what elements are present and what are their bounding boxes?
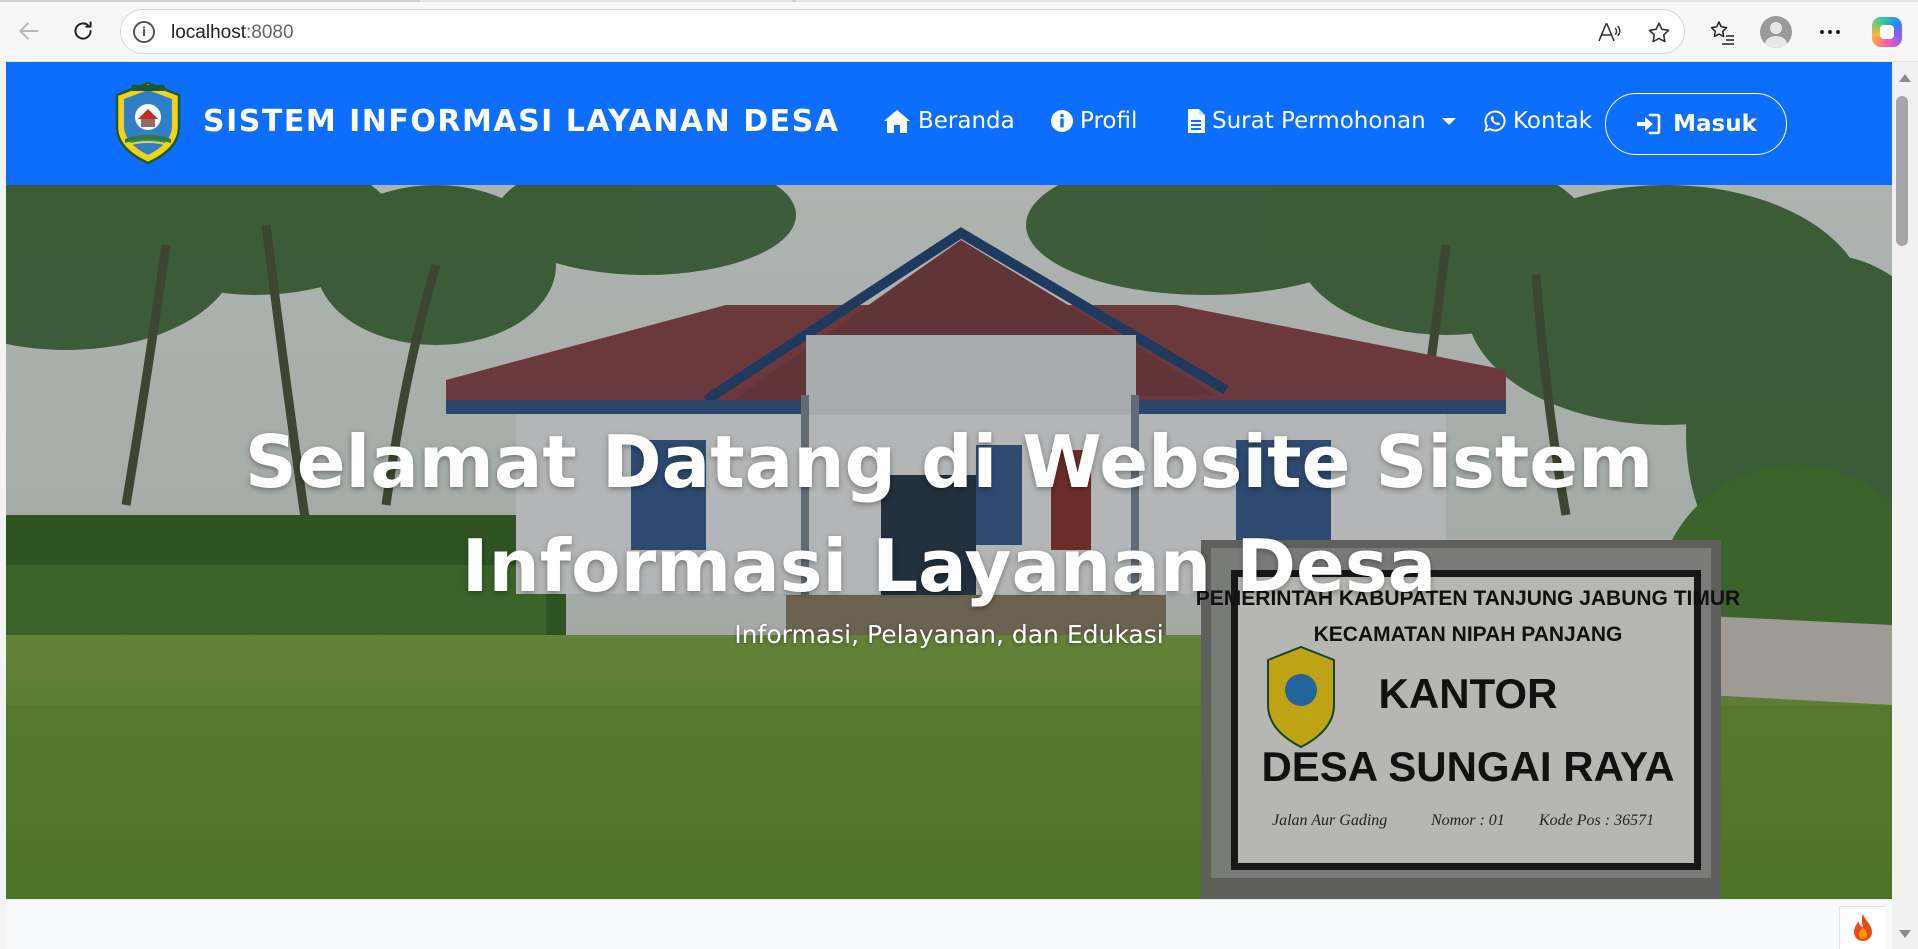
- sign-text-office: KANTOR: [1379, 670, 1558, 717]
- copilot-icon: [1872, 17, 1902, 47]
- browser-toolbar: i localhost:8080: [0, 0, 1918, 62]
- document-icon: [1188, 109, 1205, 133]
- sign-text-postal: Kode Pos : 36571: [1538, 812, 1654, 829]
- hero-subtitle: Informasi, Pelayanan, dan Edukasi: [734, 620, 1164, 649]
- page-viewport: SISTEM INFORMASI LAYANAN DESA Beranda Pr…: [6, 62, 1892, 949]
- back-button[interactable]: [12, 14, 46, 48]
- reload-icon: [74, 21, 92, 40]
- floating-action-button[interactable]: [1839, 906, 1885, 949]
- nav-label-kontak: Kontak: [1513, 108, 1593, 134]
- favorite-star-icon[interactable]: [1646, 20, 1672, 46]
- whatsapp-icon: [1484, 110, 1506, 132]
- more-dots-icon: [1820, 30, 1840, 34]
- nav-link-profil[interactable]: Profil: [1050, 108, 1137, 134]
- scrollbar-thumb[interactable]: [1896, 96, 1908, 246]
- sign-text-village: DESA SUNGAI RAYA: [1261, 743, 1674, 790]
- nav-label-surat-permohonan: Surat Permohonan: [1212, 108, 1426, 134]
- profile-avatar-icon: [1760, 16, 1792, 48]
- tab-strip-segment: [792, 0, 796, 2]
- tab-strip-segment: [0, 0, 420, 2]
- nav-label-profil: Profil: [1080, 108, 1138, 134]
- page-scrollbar[interactable]: [1892, 62, 1918, 949]
- login-label: Masuk: [1673, 111, 1757, 137]
- copilot-button[interactable]: [1869, 14, 1905, 50]
- address-bar[interactable]: i localhost:8080: [120, 9, 1685, 54]
- sign-text-number: Nomor : 01: [1430, 812, 1505, 829]
- tab-strip: [0, 0, 1918, 2]
- hero-title-line-2: Informasi Layanan Desa: [461, 524, 1437, 608]
- chevron-down-icon: [1441, 117, 1456, 125]
- hero-banner: PEMERINTAH KABUPATEN TANJUNG JABUNG TIMU…: [6, 185, 1892, 899]
- sign-text-address: Jalan Aur Gading: [1272, 812, 1387, 829]
- scroll-up-arrow-icon[interactable]: [1899, 74, 1911, 82]
- hero-title: Selamat Datang di Website Sistem Informa…: [166, 410, 1732, 618]
- flame-icon: [1853, 914, 1872, 941]
- nav-label-beranda: Beranda: [918, 108, 1015, 134]
- url-text[interactable]: localhost:8080: [171, 22, 294, 44]
- login-button[interactable]: Masuk: [1605, 93, 1787, 155]
- profile-button[interactable]: [1758, 14, 1794, 50]
- content-area: [6, 899, 1892, 949]
- site-navbar: SISTEM INFORMASI LAYANAN DESA Beranda Pr…: [6, 62, 1892, 185]
- home-icon: [884, 110, 910, 133]
- nav-link-kontak[interactable]: Kontak: [1483, 108, 1592, 134]
- read-aloud-icon[interactable]: [1596, 20, 1622, 46]
- regency-emblem-logo[interactable]: [113, 81, 183, 165]
- favorites-button[interactable]: [1704, 14, 1740, 50]
- site-info-icon[interactable]: i: [133, 21, 155, 43]
- back-arrow-icon: [19, 22, 39, 40]
- url-port: :8080: [246, 22, 294, 43]
- favorites-list-icon: [1710, 21, 1734, 45]
- url-host: localhost: [171, 22, 246, 43]
- nav-link-beranda[interactable]: Beranda: [882, 108, 1015, 134]
- hero-title-line-1: Selamat Datang di Website Sistem: [244, 420, 1654, 504]
- info-circle-icon: [1051, 110, 1073, 132]
- reload-button[interactable]: [66, 14, 100, 48]
- sign-in-icon: [1637, 113, 1661, 135]
- more-options-button[interactable]: [1812, 14, 1848, 50]
- scroll-down-arrow-icon[interactable]: [1899, 930, 1911, 938]
- nav-dropdown-surat-permohonan[interactable]: Surat Permohonan: [1186, 108, 1456, 134]
- brand-title[interactable]: SISTEM INFORMASI LAYANAN DESA: [203, 104, 839, 139]
